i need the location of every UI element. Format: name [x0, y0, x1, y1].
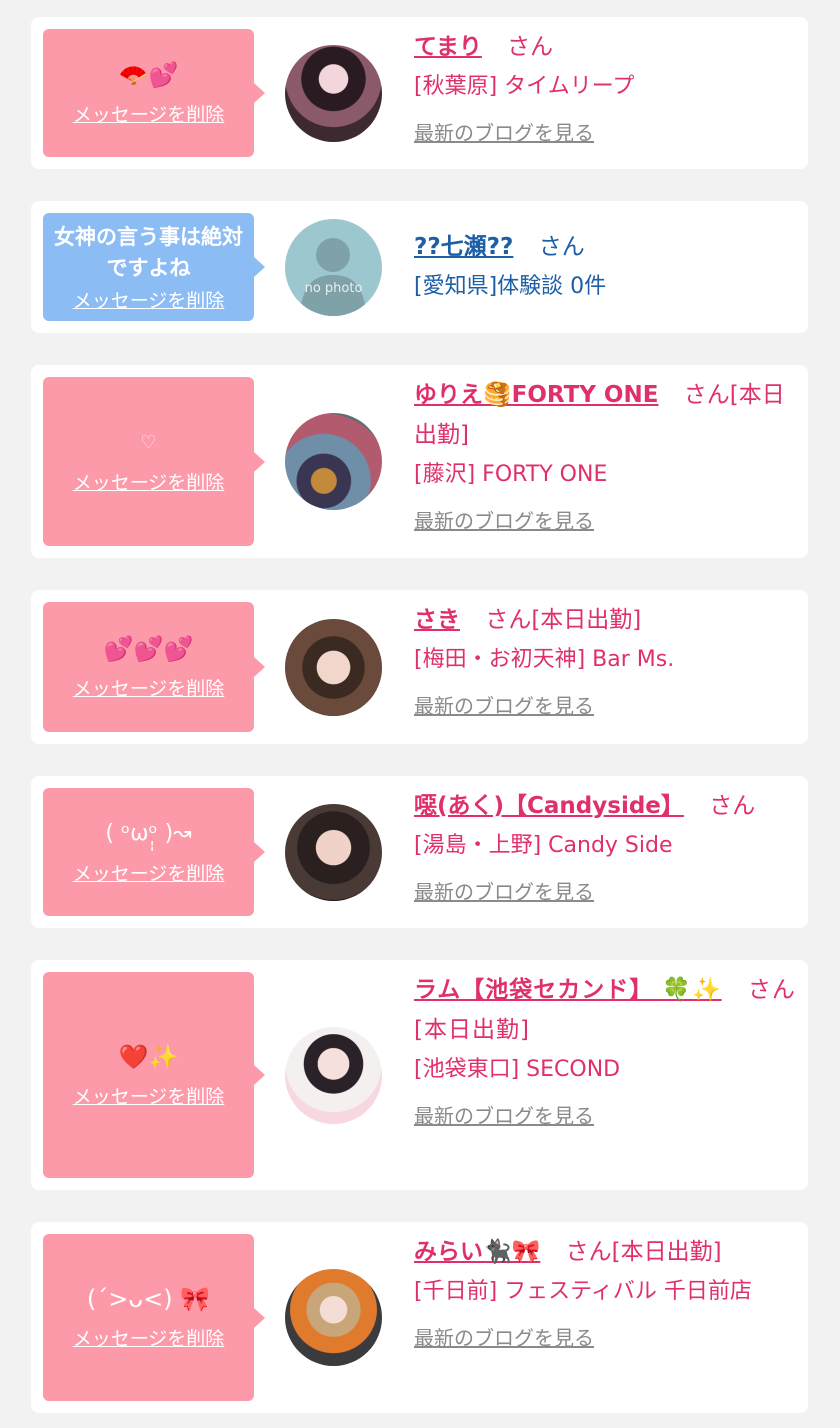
message-text: ❤️✨: [118, 1042, 179, 1071]
avatar[interactable]: [285, 45, 382, 142]
delete-message-link[interactable]: メッセージを削除: [73, 468, 225, 495]
avatar[interactable]: [285, 619, 382, 716]
message-bubble: ♡ メッセージを削除: [43, 377, 265, 546]
avatar[interactable]: [285, 1269, 382, 1366]
name-suffix: さん: [709, 793, 756, 819]
shop-info: [愛知県]体験談 0件: [414, 274, 607, 299]
name-suffix: さん: [538, 234, 585, 260]
message-text: 女神の言う事は絶対ですよね: [54, 224, 243, 280]
latest-blog-link[interactable]: 最新のブログを見る: [414, 1100, 594, 1129]
latest-blog-link[interactable]: 最新のブログを見る: [414, 117, 594, 146]
latest-blog-link[interactable]: 最新のブログを見る: [414, 1322, 594, 1351]
member-name-link[interactable]: ゆりえ🥞FORTY ONE: [414, 382, 658, 408]
avatar[interactable]: no photo: [285, 219, 382, 316]
message-card: ❤️✨ メッセージを削除 ラム【池袋セカンド】 🍀✨ さん[本日出勤] [池袋東…: [31, 960, 808, 1190]
avatar[interactable]: [285, 804, 382, 901]
message-bubble: (ˊ>ᴗ<) 🎀 メッセージを削除: [43, 1234, 265, 1401]
avatar[interactable]: [285, 413, 382, 510]
message-bubble: 女神の言う事は絶対ですよね メッセージを削除: [43, 213, 265, 321]
message-text: (ˊ>ᴗ<) 🎀: [86, 1285, 211, 1313]
message-card: 女神の言う事は絶対ですよね メッセージを削除 no photo ??七瀬?? さ…: [31, 201, 808, 333]
message-text: ( ᵒωᵒ̩̩ )↝: [105, 820, 192, 846]
shop-info: [秋葉原] タイムリープ: [414, 74, 635, 99]
name-suffix: さん: [507, 34, 554, 60]
message-card: 🪭💕 メッセージを削除 てまり さん [秋葉原] タイムリープ 最新のブログを見…: [31, 17, 808, 169]
delete-message-link[interactable]: メッセージを削除: [73, 286, 225, 313]
shop-info: [千日前] フェスティバル 千日前店: [414, 1279, 752, 1304]
message-bubble: 💕💕💕 メッセージを削除: [43, 602, 265, 732]
latest-blog-link[interactable]: 最新のブログを見る: [414, 505, 594, 534]
message-card: ( ᵒωᵒ̩̩ )↝ メッセージを削除 噁(あく)【Candyside】 さん …: [31, 776, 808, 928]
message-text: ♡: [140, 432, 157, 453]
shop-info: [藤沢] FORTY ONE: [414, 462, 608, 487]
shop-info: [池袋東口] SECOND: [414, 1057, 621, 1082]
delete-message-link[interactable]: メッセージを削除: [73, 674, 225, 701]
message-bubble: 🪭💕 メッセージを削除: [43, 29, 265, 157]
message-bubble: ❤️✨ メッセージを削除: [43, 972, 265, 1178]
shop-info: [湯島・上野] Candy Side: [414, 833, 673, 858]
member-name-link[interactable]: さき: [414, 607, 460, 633]
member-name-link[interactable]: みらい🐈‍⬛🎀: [414, 1239, 540, 1265]
member-name-link[interactable]: ??七瀬??: [414, 234, 513, 260]
person-silhouette-icon: [299, 238, 367, 316]
message-text: 🪭💕: [118, 60, 179, 89]
avatar[interactable]: [285, 1027, 382, 1124]
member-name-link[interactable]: ラム【池袋セカンド】 🍀✨: [414, 977, 722, 1003]
member-name-link[interactable]: 噁(あく)【Candyside】: [414, 793, 684, 819]
latest-blog-link[interactable]: 最新のブログを見る: [414, 690, 594, 719]
delete-message-link[interactable]: メッセージを削除: [73, 1324, 225, 1351]
message-card: 💕💕💕 メッセージを削除 さき さん[本日出勤] [梅田・お初天神] Bar M…: [31, 590, 808, 744]
latest-blog-link[interactable]: 最新のブログを見る: [414, 876, 594, 905]
no-photo-label: no photo: [304, 281, 363, 296]
message-bubble: ( ᵒωᵒ̩̩ )↝ メッセージを削除: [43, 788, 265, 916]
name-suffix: さん[本日出勤]: [485, 607, 642, 633]
name-suffix: さん[本日出勤]: [565, 1239, 722, 1265]
shop-info: [梅田・お初天神] Bar Ms.: [414, 647, 675, 672]
message-card: (ˊ>ᴗ<) 🎀 メッセージを削除 みらい🐈‍⬛🎀 さん[本日出勤] [千日前]…: [31, 1222, 808, 1413]
member-name-link[interactable]: てまり: [414, 34, 482, 60]
delete-message-link[interactable]: メッセージを削除: [73, 1082, 225, 1109]
delete-message-link[interactable]: メッセージを削除: [73, 100, 225, 127]
message-text: 💕💕💕: [103, 634, 194, 663]
message-card: ♡ メッセージを削除 ゆりえ🥞FORTY ONE さん[本日出勤] [藤沢] F…: [31, 365, 808, 558]
delete-message-link[interactable]: メッセージを削除: [73, 859, 225, 886]
